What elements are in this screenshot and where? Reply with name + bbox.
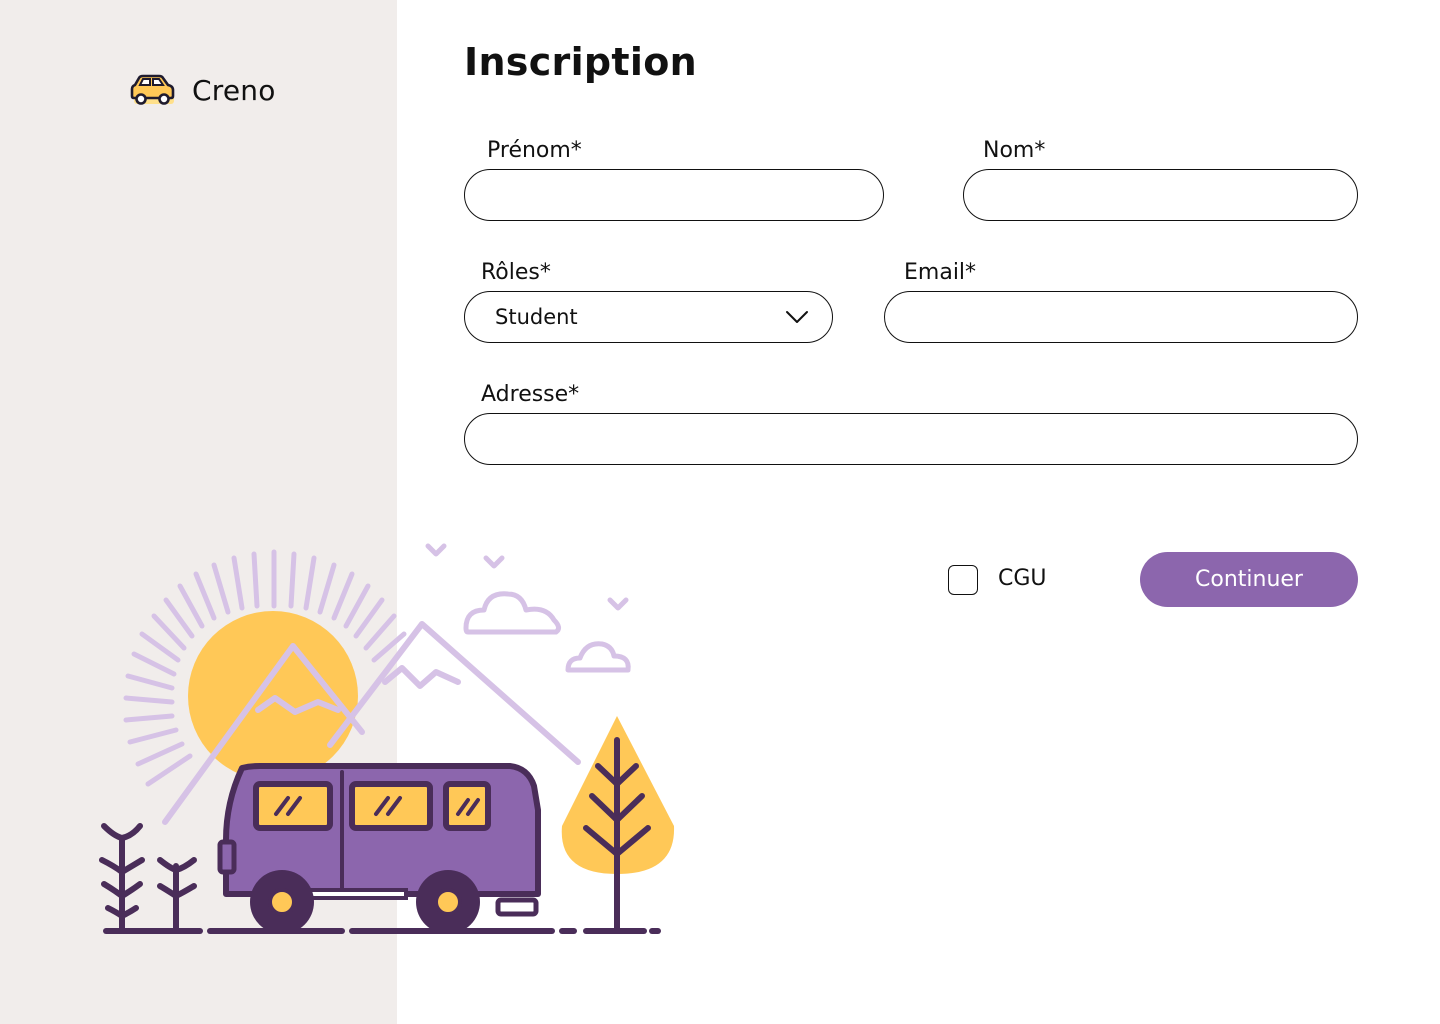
van-landscape-illustration [99,543,675,934]
email-input[interactable] [884,291,1358,343]
tree [561,716,675,933]
car-icon [130,74,175,105]
chevron-down-icon [786,311,808,323]
van [217,763,541,934]
brand-name: Creno [192,73,276,107]
page-title: Inscription [464,40,697,84]
address-label: Adresse* [481,382,580,407]
cgu-label[interactable]: CGU [998,566,1047,591]
cgu-checkbox[interactable] [948,565,978,595]
address-input[interactable] [464,413,1358,465]
roles-label: Rôles* [481,260,551,285]
brand-logo[interactable]: Creno [126,70,276,110]
first-name-input[interactable] [464,169,884,221]
roles-select[interactable]: Student [464,291,833,343]
last-name-input[interactable] [963,169,1358,221]
roles-selected-value: Student [495,305,578,329]
plants [99,823,197,931]
first-name-label: Prénom* [487,138,582,163]
email-label: Email* [904,260,977,285]
last-name-label: Nom* [983,138,1046,163]
continue-button[interactable]: Continuer [1140,552,1358,607]
clouds [463,591,631,673]
birds [425,543,629,611]
